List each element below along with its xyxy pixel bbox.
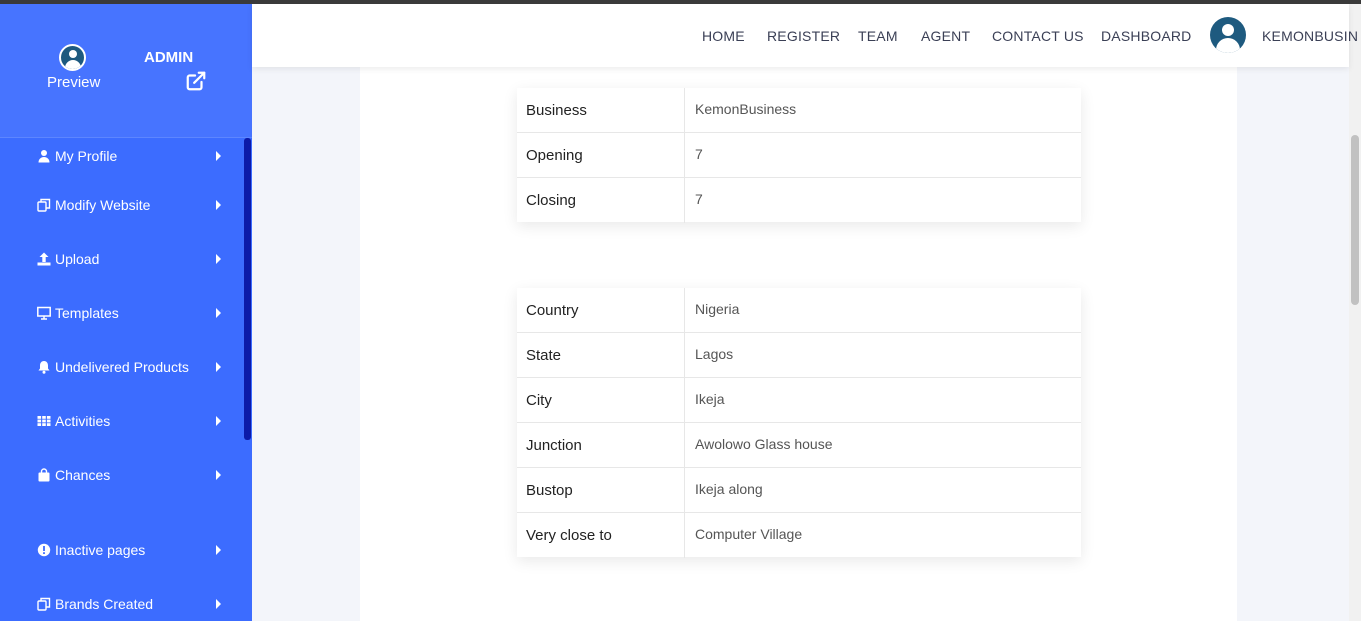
sidebar-item-inactive-pages[interactable]: Inactive pages bbox=[0, 535, 244, 565]
caret-right-icon bbox=[216, 308, 221, 318]
sidebar-item-label: Activities bbox=[55, 413, 111, 429]
monitor-icon bbox=[37, 306, 51, 320]
user-icon bbox=[38, 150, 50, 163]
sidebar-item-label: Chances bbox=[55, 467, 111, 483]
row-value: Ikeja bbox=[695, 391, 725, 407]
table-row: State Lagos bbox=[517, 333, 1081, 378]
row-value: KemonBusiness bbox=[695, 101, 797, 117]
row-key: Very close to bbox=[526, 527, 612, 544]
table-row: Junction Awolowo Glass house bbox=[517, 423, 1081, 468]
row-value: 7 bbox=[695, 191, 703, 207]
sidebar-item-modify-website[interactable]: Modify Website bbox=[0, 190, 244, 220]
upload-icon bbox=[37, 252, 51, 266]
table-row: Bustop Ikeja along bbox=[517, 468, 1081, 513]
caret-right-icon bbox=[216, 545, 221, 555]
table-row: Opening 7 bbox=[517, 133, 1081, 178]
row-key: Closing bbox=[526, 192, 577, 209]
row-key: Bustop bbox=[526, 482, 573, 499]
copy-icon bbox=[37, 198, 51, 212]
sidebar-item-brands-created[interactable]: Brands Created bbox=[0, 589, 244, 619]
sidebar-item-activities[interactable]: Activities bbox=[0, 406, 244, 436]
main-content: Business KemonBusiness Opening 7 Closing… bbox=[360, 61, 1237, 621]
bag-icon bbox=[38, 468, 50, 482]
row-value: Computer Village bbox=[695, 526, 803, 542]
caret-right-icon bbox=[216, 599, 221, 609]
location-info-table: Country Nigeria State Lagos City Ikeja J… bbox=[517, 288, 1081, 558]
row-key: Business bbox=[526, 102, 587, 119]
nav-user-name[interactable]: KEMONBUSIN bbox=[1262, 28, 1358, 44]
sidebar-item-my-profile[interactable]: My Profile bbox=[0, 141, 244, 171]
table-row: Business KemonBusiness bbox=[517, 88, 1081, 133]
row-key: Country bbox=[526, 302, 579, 319]
sidebar-item-label: Modify Website bbox=[55, 197, 151, 213]
sidebar-item-label: Undelivered Products bbox=[55, 359, 189, 375]
admin-label: ADMIN bbox=[144, 49, 194, 66]
table-row: Very close to Computer Village bbox=[517, 513, 1081, 558]
table-row: City Ikeja bbox=[517, 378, 1081, 423]
row-value: Lagos bbox=[695, 346, 734, 362]
row-value: Nigeria bbox=[695, 301, 740, 317]
nav-register[interactable]: REGISTER bbox=[767, 28, 840, 44]
table-row: Country Nigeria bbox=[517, 288, 1081, 333]
row-key: City bbox=[526, 392, 552, 409]
sidebar-item-label: My Profile bbox=[55, 148, 118, 164]
nav-dashboard[interactable]: DASHBOARD bbox=[1101, 28, 1191, 44]
grid-icon bbox=[37, 416, 51, 426]
sidebar-item-undelivered-products[interactable]: Undelivered Products bbox=[0, 352, 244, 382]
nav-team[interactable]: TEAM bbox=[858, 28, 898, 44]
page-scrollbar-track[interactable] bbox=[1349, 4, 1361, 621]
row-key: Junction bbox=[526, 437, 582, 454]
nav-contact-us[interactable]: CONTACT US bbox=[992, 28, 1084, 44]
page-scrollbar-thumb[interactable] bbox=[1351, 135, 1359, 305]
sidebar-item-chances[interactable]: Chances bbox=[0, 460, 244, 490]
caret-right-icon bbox=[216, 151, 221, 161]
nav-home[interactable]: HOME bbox=[702, 28, 745, 44]
sidebar-item-label: Brands Created bbox=[55, 596, 154, 612]
table-row: Closing 7 bbox=[517, 178, 1081, 223]
caret-right-icon bbox=[216, 362, 221, 372]
alert-circle-icon bbox=[37, 543, 51, 557]
sidebar-header: Preview ADMIN bbox=[0, 4, 252, 138]
copy-icon bbox=[37, 597, 51, 611]
sidebar-item-templates[interactable]: Templates bbox=[0, 298, 244, 328]
caret-right-icon bbox=[216, 254, 221, 264]
user-avatar-icon[interactable] bbox=[1210, 17, 1246, 53]
external-link-icon[interactable] bbox=[185, 70, 207, 92]
top-navbar: HOME REGISTER TEAM AGENT CONTACT US DASH… bbox=[252, 4, 1358, 67]
sidebar-item-label: Upload bbox=[55, 251, 100, 267]
preview-avatar-icon[interactable] bbox=[59, 44, 86, 71]
row-value: 7 bbox=[695, 146, 703, 162]
row-key: State bbox=[526, 347, 562, 364]
sidebar-item-label: Inactive pages bbox=[55, 542, 146, 558]
business-info-table: Business KemonBusiness Opening 7 Closing… bbox=[517, 88, 1081, 223]
nav-agent[interactable]: AGENT bbox=[921, 28, 970, 44]
row-key: Opening bbox=[526, 147, 583, 164]
sidebar-scrollbar-thumb[interactable] bbox=[244, 138, 251, 440]
row-value: Ikeja along bbox=[695, 481, 763, 497]
sidebar-item-upload[interactable]: Upload bbox=[0, 244, 244, 274]
caret-right-icon bbox=[216, 200, 221, 210]
window-top-strip bbox=[0, 0, 1361, 4]
caret-right-icon bbox=[216, 416, 221, 426]
preview-label[interactable]: Preview bbox=[47, 74, 100, 91]
caret-right-icon bbox=[216, 470, 221, 480]
sidebar-item-label: Templates bbox=[55, 305, 119, 321]
sidebar: Preview ADMIN My Profile Modify Website … bbox=[0, 4, 252, 621]
bell-icon bbox=[38, 361, 50, 374]
row-value: Awolowo Glass house bbox=[695, 436, 833, 452]
